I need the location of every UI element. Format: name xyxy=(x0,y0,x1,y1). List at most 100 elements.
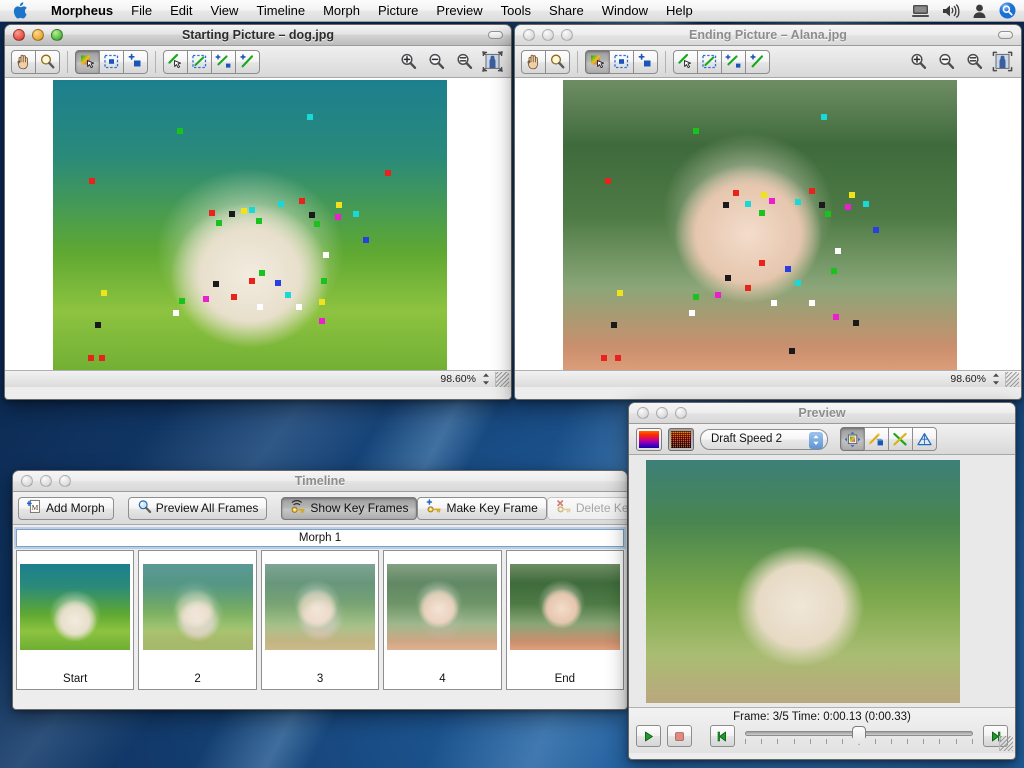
control-point[interactable] xyxy=(761,192,767,198)
zoom-button[interactable] xyxy=(51,29,63,41)
zoom-button[interactable] xyxy=(561,29,573,41)
control-point[interactable] xyxy=(831,268,837,274)
starting-picture-image[interactable] xyxy=(53,80,447,370)
timeline-frame-cell[interactable]: 4 xyxy=(383,550,501,690)
marquee-select-tool-button[interactable] xyxy=(99,50,124,74)
starting-window-toolbar[interactable] xyxy=(5,46,511,78)
show-key-frames-button[interactable]: Show Key Frames xyxy=(281,497,417,520)
minimize-button[interactable] xyxy=(656,407,668,419)
close-button[interactable] xyxy=(523,29,535,41)
window-controls-inactive[interactable] xyxy=(13,475,71,487)
point-tool-group[interactable] xyxy=(585,50,658,74)
control-point[interactable] xyxy=(821,114,827,120)
menu-item-picture[interactable]: Picture xyxy=(369,1,427,21)
control-point[interactable] xyxy=(715,292,721,298)
navigation-tool-group[interactable] xyxy=(11,50,60,74)
line-tool-group[interactable] xyxy=(163,50,260,74)
control-point[interactable] xyxy=(101,290,107,296)
control-point[interactable] xyxy=(759,260,765,266)
menu-item-morpheus[interactable]: Morpheus xyxy=(42,1,122,21)
control-point[interactable] xyxy=(809,300,815,306)
ending-picture-canvas[interactable] xyxy=(515,78,1021,370)
control-point[interactable] xyxy=(213,281,219,287)
timeline-frame-cell[interactable]: 3 xyxy=(261,550,379,690)
control-point[interactable] xyxy=(177,128,183,134)
control-point[interactable] xyxy=(285,292,291,298)
menu-item-file[interactable]: File xyxy=(122,1,161,21)
add-morph-button[interactable]: M Add Morph xyxy=(18,497,114,520)
control-point[interactable] xyxy=(795,199,801,205)
control-point[interactable] xyxy=(249,207,255,213)
add-point-tool-button[interactable] xyxy=(633,50,658,74)
point-tool-group[interactable] xyxy=(75,50,148,74)
ending-window-toolbar[interactable] xyxy=(515,46,1021,78)
preview-toolbar[interactable]: Draft Speed 2 xyxy=(629,424,1015,455)
menu-item-view[interactable]: View xyxy=(201,1,247,21)
starting-picture-window[interactable]: Starting Picture – dog.jpg xyxy=(4,24,512,400)
control-point[interactable] xyxy=(771,300,777,306)
control-point[interactable] xyxy=(769,198,775,204)
preview-view-mode-group[interactable] xyxy=(840,427,937,451)
hand-tool-button[interactable] xyxy=(11,50,36,74)
control-point[interactable] xyxy=(385,170,391,176)
show-mesh-icon-button[interactable] xyxy=(912,427,937,451)
menu-item-tools[interactable]: Tools xyxy=(492,1,540,21)
ending-window-titlebar[interactable]: Ending Picture – Alana.jpg xyxy=(515,25,1021,46)
zoom-tool-group[interactable] xyxy=(395,50,505,74)
starting-picture-canvas[interactable] xyxy=(5,78,511,370)
control-point[interactable] xyxy=(611,322,617,328)
smooth-gradient-swatch-button[interactable] xyxy=(636,428,662,451)
control-point[interactable] xyxy=(216,220,222,226)
control-point[interactable] xyxy=(809,188,815,194)
menu-item-share[interactable]: Share xyxy=(540,1,593,21)
control-point[interactable] xyxy=(278,201,284,207)
volume-icon[interactable] xyxy=(942,4,960,18)
preview-canvas[interactable] xyxy=(629,455,1015,707)
menu-item-edit[interactable]: Edit xyxy=(161,1,201,21)
navigation-tool-group[interactable] xyxy=(521,50,570,74)
menu-item-window[interactable]: Window xyxy=(593,1,657,21)
user-icon[interactable] xyxy=(973,4,986,18)
control-point[interactable] xyxy=(873,227,879,233)
control-point[interactable] xyxy=(249,278,255,284)
frame-thumbnail[interactable] xyxy=(510,564,620,650)
control-point[interactable] xyxy=(759,210,765,216)
control-point[interactable] xyxy=(863,201,869,207)
control-point[interactable] xyxy=(745,201,751,207)
apple-menu-icon[interactable] xyxy=(13,2,28,19)
delete-key-frame-button[interactable]: Delete Ke xyxy=(547,497,627,520)
add-line-tool-button[interactable] xyxy=(721,50,746,74)
control-point[interactable] xyxy=(256,218,262,224)
menu-item-timeline[interactable]: Timeline xyxy=(247,1,314,21)
resize-grip[interactable] xyxy=(495,372,509,387)
close-button[interactable] xyxy=(13,29,25,41)
control-point[interactable] xyxy=(825,211,831,217)
control-point[interactable] xyxy=(323,252,329,258)
preview-titlebar[interactable]: Preview xyxy=(629,403,1015,424)
frame-thumbnail[interactable] xyxy=(143,564,253,650)
control-point[interactable] xyxy=(819,202,825,208)
control-point[interactable] xyxy=(785,266,791,272)
draw-line-tool-button[interactable] xyxy=(745,50,770,74)
control-point[interactable] xyxy=(336,202,342,208)
control-point[interactable] xyxy=(241,208,247,214)
control-point[interactable] xyxy=(835,248,841,254)
fit-to-window-button[interactable] xyxy=(479,50,505,74)
frame-thumbnail[interactable] xyxy=(387,564,497,650)
preview-playback-controls[interactable]: Frame: 3/5 Time: 0:00.13 (0:00.33) xyxy=(629,707,1015,753)
control-point[interactable] xyxy=(259,270,265,276)
control-point[interactable] xyxy=(795,280,801,286)
zoom-out-button[interactable] xyxy=(933,50,959,74)
control-point[interactable] xyxy=(353,211,359,217)
control-point[interactable] xyxy=(231,294,237,300)
ending-picture-window[interactable]: Ending Picture – Alana.jpg xyxy=(514,24,1022,400)
show-frame-icon-button[interactable] xyxy=(840,427,865,451)
control-point[interactable] xyxy=(99,355,105,361)
show-image-icon-button[interactable] xyxy=(864,427,889,451)
timeline-frame-cell[interactable]: 2 xyxy=(138,550,256,690)
minimize-button[interactable] xyxy=(542,29,554,41)
zoom-button[interactable] xyxy=(59,475,71,487)
control-point[interactable] xyxy=(617,290,623,296)
line-marquee-tool-button[interactable] xyxy=(187,50,212,74)
minimize-button[interactable] xyxy=(40,475,52,487)
